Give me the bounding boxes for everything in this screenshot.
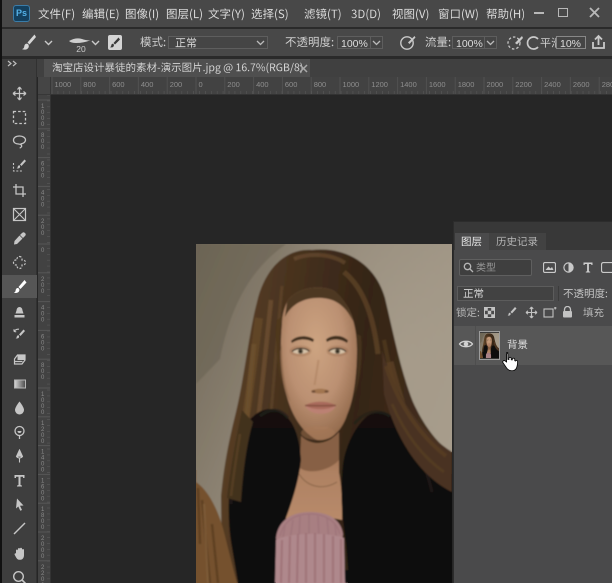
svg-text:600: 600 <box>285 80 298 89</box>
svg-text:0: 0 <box>41 231 45 237</box>
svg-text:1200: 1200 <box>371 80 388 89</box>
svg-text:1000: 1000 <box>55 80 72 89</box>
svg-text:800: 800 <box>314 80 327 89</box>
svg-text:2000: 2000 <box>487 80 504 89</box>
svg-text:0: 0 <box>41 122 45 128</box>
svg-text:0: 0 <box>41 174 45 180</box>
svg-text:0: 0 <box>41 145 45 151</box>
svg-text:0: 0 <box>41 248 45 254</box>
svg-text:0: 0 <box>41 525 45 531</box>
svg-text:600: 600 <box>112 80 125 89</box>
svg-text:2800: 2800 <box>602 80 612 89</box>
svg-text:2600: 2600 <box>573 80 590 89</box>
svg-text:2200: 2200 <box>515 80 532 89</box>
svg-text:0: 0 <box>41 318 45 324</box>
svg-text:0: 0 <box>41 346 45 352</box>
svg-text:0: 0 <box>41 468 45 474</box>
svg-text:0: 0 <box>41 202 45 208</box>
svg-text:1600: 1600 <box>429 80 446 89</box>
svg-text:0: 0 <box>199 80 203 89</box>
svg-text:1000: 1000 <box>343 80 360 89</box>
svg-text:0: 0 <box>41 289 45 295</box>
svg-text:200: 200 <box>227 80 240 89</box>
svg-text:1400: 1400 <box>400 80 417 89</box>
svg-text:0: 0 <box>41 554 45 560</box>
svg-text:2400: 2400 <box>544 80 561 89</box>
svg-text:200: 200 <box>170 80 183 89</box>
svg-text:0: 0 <box>41 439 45 445</box>
svg-text:400: 400 <box>256 80 269 89</box>
svg-text:0: 0 <box>41 375 45 381</box>
svg-text:0: 0 <box>41 496 45 502</box>
svg-text:800: 800 <box>83 80 96 89</box>
svg-text:0: 0 <box>41 410 45 416</box>
svg-text:1800: 1800 <box>458 80 475 89</box>
svg-text:400: 400 <box>141 80 154 89</box>
